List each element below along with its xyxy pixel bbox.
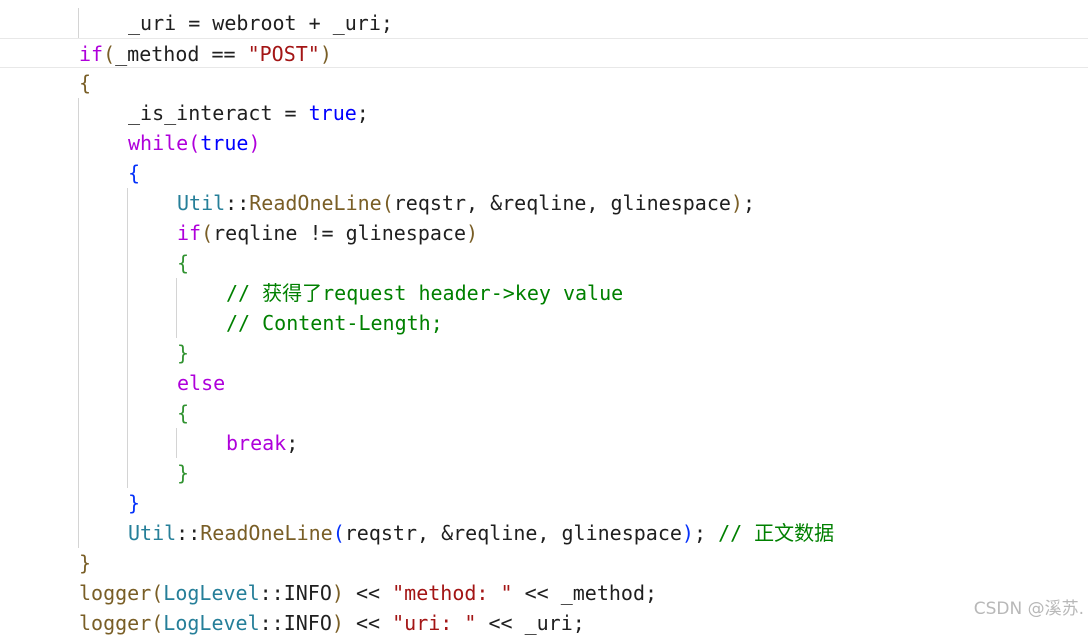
code-line[interactable]: { (0, 398, 1088, 428)
code-token: << _uri; (476, 611, 585, 635)
code-line[interactable]: { (0, 248, 1088, 278)
code-token: ) (248, 131, 261, 155)
code-token: ) (319, 42, 332, 66)
code-token: // Content-Length; (226, 311, 443, 335)
code-token: LogLevel (163, 581, 260, 605)
code-line[interactable]: Util::ReadOneLine(reqstr, &reqline, glin… (0, 518, 1088, 548)
code-line[interactable]: if(_method == "POST") (0, 38, 1088, 68)
code-token: // 获得了request header->key value (226, 281, 624, 305)
code-line[interactable]: logger(LogLevel::INFO) << "method: " << … (0, 578, 1088, 608)
code-token: else (177, 371, 226, 395)
code-line[interactable]: } (0, 548, 1088, 578)
code-token: _method == (115, 42, 248, 66)
code-line[interactable]: } (0, 458, 1088, 488)
code-token: if (177, 221, 202, 245)
code-token: ; (742, 191, 756, 215)
code-token: if (79, 42, 104, 66)
code-line[interactable]: while(true) (0, 128, 1088, 158)
code-token: ( (151, 581, 164, 605)
code-token: logger (79, 581, 152, 605)
code-line[interactable]: break; (0, 428, 1088, 458)
code-token: ) (730, 191, 743, 215)
code-token: ( (188, 131, 201, 155)
code-token: "method: " (392, 581, 513, 605)
code-token: ( (151, 611, 164, 635)
code-token: // 正文数据 (718, 521, 835, 545)
code-line[interactable]: { (0, 68, 1088, 98)
code-token: ( (103, 42, 116, 66)
code-line[interactable]: } (0, 488, 1088, 518)
code-token: ) (681, 521, 694, 545)
code-token: } (128, 491, 141, 515)
code-token: ) (331, 581, 344, 605)
code-token: true (308, 101, 357, 125)
code-token: << (343, 581, 393, 605)
code-token: ( (201, 221, 214, 245)
code-editor[interactable]: _uri = webroot + _uri; if(_method == "POS… (0, 0, 1088, 635)
code-token: LogLevel (163, 611, 260, 635)
code-line[interactable]: _uri = webroot + _uri; (0, 8, 1088, 38)
code-token: << _method; (512, 581, 658, 605)
code-token: { (128, 161, 141, 185)
code-token: _is_interact = (128, 101, 309, 125)
code-line[interactable]: else (0, 368, 1088, 398)
code-token: INFO (283, 581, 332, 605)
code-token: :: (259, 611, 284, 635)
code-token: true (200, 131, 249, 155)
code-token: :: (225, 191, 250, 215)
code-token: reqline != glinespace (213, 221, 467, 245)
code-token: ) (466, 221, 479, 245)
code-token: INFO (283, 611, 332, 635)
code-line[interactable]: } (0, 338, 1088, 368)
code-token: ( (332, 521, 345, 545)
code-line[interactable]: // 获得了request header->key value (0, 278, 1088, 308)
code-token: ; (356, 101, 369, 125)
code-token: "uri: " (392, 611, 477, 635)
code-token: } (79, 551, 92, 575)
code-token: while (128, 131, 189, 155)
code-token: _uri = webroot + _uri; (128, 11, 393, 35)
code-line[interactable]: if(reqline != glinespace) (0, 218, 1088, 248)
code-line[interactable]: { (0, 158, 1088, 188)
code-token: ReadOneLine (200, 521, 333, 545)
code-token: { (177, 251, 190, 275)
code-line[interactable]: logger(LogLevel::INFO) << "uri: " << _ur… (0, 608, 1088, 638)
code-token: reqstr, &reqline, glinespace (344, 521, 682, 545)
code-token: << (343, 611, 393, 635)
code-token: ( (381, 191, 394, 215)
code-token: :: (176, 521, 201, 545)
code-token: { (79, 71, 92, 95)
code-line[interactable]: _is_interact = true; (0, 98, 1088, 128)
code-token: :: (259, 581, 284, 605)
code-token: Util (177, 191, 226, 215)
code-token: logger (79, 611, 152, 635)
code-token: ; (693, 521, 719, 545)
code-token: "POST" (247, 42, 320, 66)
code-token: } (177, 341, 190, 365)
code-token: } (177, 461, 190, 485)
csdn-watermark: CSDN @溪苏. (973, 599, 1084, 619)
code-token: ) (331, 611, 344, 635)
code-line[interactable]: Util::ReadOneLine(reqstr, &reqline, glin… (0, 188, 1088, 218)
code-token: Util (128, 521, 177, 545)
code-token: { (177, 401, 190, 425)
code-token: break (226, 431, 287, 455)
code-token: reqstr, &reqline, glinespace (393, 191, 731, 215)
code-token: ReadOneLine (249, 191, 382, 215)
code-line[interactable]: // Content-Length; (0, 308, 1088, 338)
code-token: ; (286, 431, 299, 455)
